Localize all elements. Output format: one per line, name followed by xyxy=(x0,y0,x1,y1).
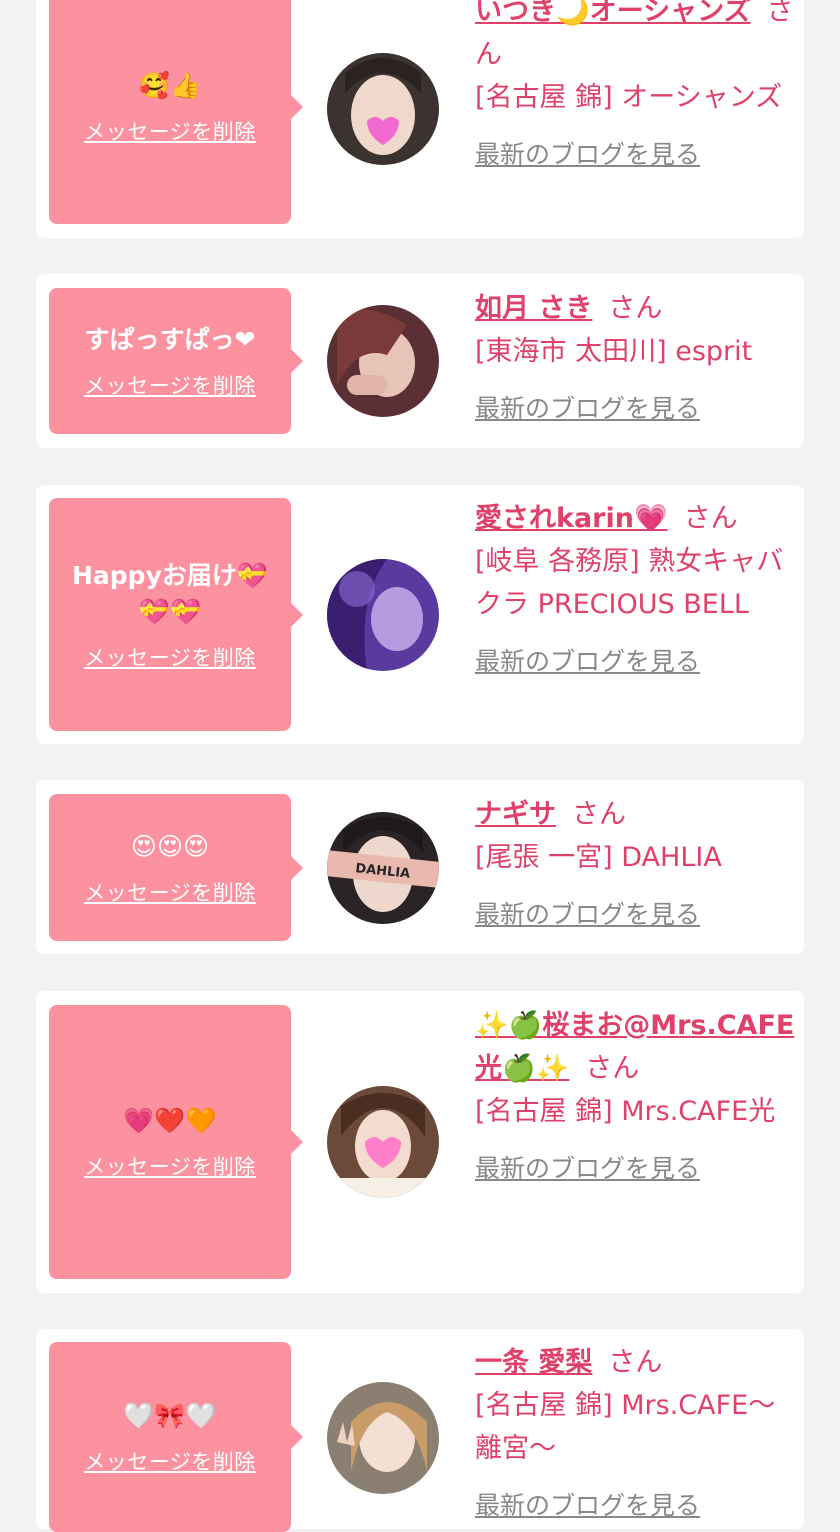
girl-info: いつき🌙オーシャンズ さん [名古屋 錦] オーシャンズ 最新のブログを見る xyxy=(475,0,795,176)
latest-blog-link[interactable]: 最新のブログを見る xyxy=(475,387,795,430)
girl-info: 一条 愛梨 さん [名古屋 錦] Mrs.CAFE～離宮～ 最新のブログを見る xyxy=(475,1341,795,1527)
delete-message-link[interactable]: メッセージを削除 xyxy=(84,116,256,146)
delete-message-link[interactable]: メッセージを削除 xyxy=(84,370,256,400)
shop-info: [東海市 太田川] esprit xyxy=(475,336,753,367)
message-text: すぱっすぱっ❤ xyxy=(84,325,256,354)
avatar[interactable] xyxy=(327,305,439,417)
girl-info: 愛されkarin💗 さん [岐阜 各務原] 熟女キャバクラ PRECIOUS BE… xyxy=(475,497,795,683)
message-bubble: 🥰👍 メッセージを削除 xyxy=(49,0,303,224)
latest-blog-link[interactable]: 最新のブログを見る xyxy=(475,1484,795,1527)
latest-blog-link[interactable]: 最新のブログを見る xyxy=(475,893,795,936)
favorite-card: すぱっすぱっ❤ メッセージを削除 如月 さき さん [東海市 太田川] espri… xyxy=(36,274,804,448)
message-text: 💗❤️🧡 xyxy=(123,1106,217,1135)
latest-blog-link[interactable]: 最新のブログを見る xyxy=(475,133,795,176)
message-bubble: すぱっすぱっ❤ メッセージを削除 xyxy=(49,288,303,434)
delete-message-link[interactable]: メッセージを削除 xyxy=(84,1446,256,1476)
favorite-card: 🥰👍 メッセージを削除 いつき🌙オーシャンズ さん [名古屋 錦] オーシャンズ … xyxy=(36,0,804,238)
avatar[interactable] xyxy=(327,53,439,165)
honorific: さん xyxy=(683,503,738,534)
girl-name-link[interactable]: 如月 さき xyxy=(475,293,592,324)
delete-message-link[interactable]: メッセージを削除 xyxy=(84,877,256,907)
girl-info: ナギサ さん [尾張 一宮] DAHLIA 最新のブログを見る xyxy=(475,793,795,936)
avatar[interactable] xyxy=(327,1086,439,1198)
latest-blog-link[interactable]: 最新のブログを見る xyxy=(475,640,795,683)
favorite-card: 💗❤️🧡 メッセージを削除 ✨🍏桜まお@Mrs.CAFE光🍏✨ さん [名古屋 錦… xyxy=(36,991,804,1293)
favorite-card: 🤍🎀🤍 メッセージを削除 一条 愛梨 さん [名古屋 錦] Mrs.CAFE～離宮… xyxy=(36,1329,804,1532)
message-bubble: 😍😍😍 メッセージを削除 xyxy=(49,794,303,941)
latest-blog-link[interactable]: 最新のブログを見る xyxy=(475,1147,795,1190)
avatar[interactable] xyxy=(327,1382,439,1494)
message-bubble: Happyお届け💝💝💝 メッセージを削除 xyxy=(49,498,303,731)
girl-name-link[interactable]: いつき🌙オーシャンズ xyxy=(475,0,751,27)
girl-name-link[interactable]: 一条 愛梨 xyxy=(475,1347,592,1378)
shop-info: [岐阜 各務原] 熟女キャバクラ PRECIOUS BELL xyxy=(475,546,784,620)
delete-message-link[interactable]: メッセージを削除 xyxy=(84,1151,256,1181)
shop-info: [名古屋 錦] Mrs.CAFE光 xyxy=(475,1096,776,1127)
message-text: 🤍🎀🤍 xyxy=(123,1401,217,1430)
avatar[interactable]: DAHLIA xyxy=(327,812,439,924)
message-text: Happyお届け💝💝💝 xyxy=(71,560,268,626)
shop-info: [名古屋 錦] Mrs.CAFE～離宮～ xyxy=(475,1390,776,1464)
girl-info: ✨🍏桜まお@Mrs.CAFE光🍏✨ さん [名古屋 錦] Mrs.CAFE光 最新… xyxy=(475,1004,795,1190)
avatar[interactable] xyxy=(327,559,439,671)
favorite-card: Happyお届け💝💝💝 メッセージを削除 愛されkarin💗 さん [岐阜 各務原… xyxy=(36,485,804,744)
honorific: さん xyxy=(608,293,663,324)
delete-message-link[interactable]: メッセージを削除 xyxy=(84,642,256,672)
favorite-card: 😍😍😍 メッセージを削除 DAHLIA ナギサ さん [尾張 一宮] DAHLIA… xyxy=(36,780,804,954)
message-bubble: 💗❤️🧡 メッセージを削除 xyxy=(49,1005,303,1279)
girl-name-link[interactable]: ナギサ xyxy=(475,799,556,830)
honorific: さん xyxy=(585,1053,640,1084)
honorific: さん xyxy=(572,799,626,830)
message-text: 😍😍😍 xyxy=(130,831,210,861)
message-text: 🥰👍 xyxy=(138,71,202,100)
girl-name-link[interactable]: 愛されkarin💗 xyxy=(475,503,668,534)
honorific: さん xyxy=(608,1347,663,1378)
girl-info: 如月 さき さん [東海市 太田川] esprit 最新のブログを見る xyxy=(475,287,795,430)
message-bubble: 🤍🎀🤍 メッセージを削除 xyxy=(49,1342,303,1532)
shop-info: [名古屋 錦] オーシャンズ xyxy=(475,82,783,113)
shop-info: [尾張 一宮] DAHLIA xyxy=(475,842,722,873)
